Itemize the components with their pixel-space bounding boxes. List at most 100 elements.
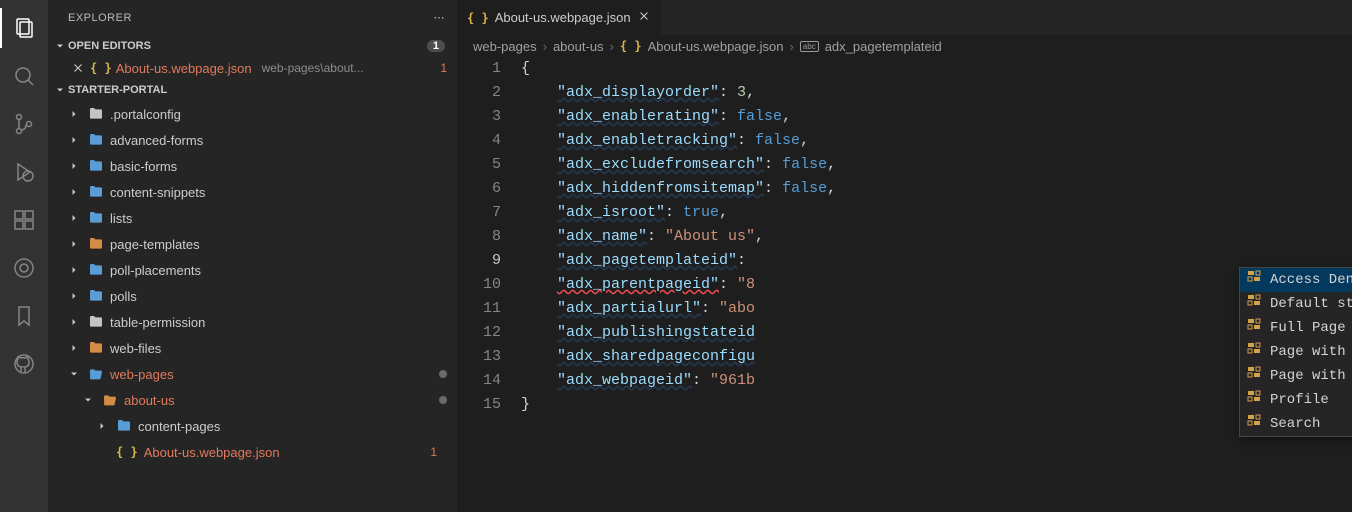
- problem-count: 1: [430, 445, 437, 459]
- chevron-right-icon: [94, 420, 110, 432]
- sidebar-more-icon[interactable]: ⋯: [434, 11, 446, 24]
- enum-member-icon: [1246, 388, 1262, 413]
- enum-member-icon: [1246, 364, 1262, 389]
- tree-item-label: poll-placements: [110, 263, 201, 278]
- tree-folder-item[interactable]: basic-forms: [48, 153, 457, 179]
- activity-power-icon[interactable]: [0, 248, 48, 288]
- suggestion-item[interactable]: Search: [1240, 412, 1352, 436]
- tree-folder-item[interactable]: web-pages: [48, 361, 457, 387]
- tree-item-label: content-snippets: [110, 185, 205, 200]
- folder-icon: [116, 418, 132, 434]
- editor-tab[interactable]: { } About-us.webpage.json: [457, 0, 661, 35]
- chevron-down-icon: [52, 40, 68, 52]
- tree-folder-item[interactable]: about-us: [48, 387, 457, 413]
- tree-folder-item[interactable]: advanced-forms: [48, 127, 457, 153]
- code-content[interactable]: {"adx_displayorder": 3,"adx_enablerating…: [521, 57, 1352, 512]
- tree-item-label: table-permission: [110, 315, 205, 330]
- chevron-right-icon: [66, 186, 82, 198]
- chevron-right-icon: [66, 290, 82, 302]
- tree-item-label: .portalconfig: [110, 107, 181, 122]
- json-file-icon: { }: [467, 11, 489, 25]
- chevron-right-icon: ›: [610, 39, 614, 54]
- editor-tabs: { } About-us.webpage.json: [457, 0, 1352, 35]
- tree-folder-item[interactable]: lists: [48, 205, 457, 231]
- json-file-icon: { }: [90, 61, 112, 75]
- activity-search-icon[interactable]: [0, 56, 48, 96]
- tree-item-label: About-us.webpage.json: [144, 445, 280, 460]
- tree-item-label: content-pages: [138, 419, 220, 434]
- breadcrumb-segment[interactable]: adx_pagetemplateid: [825, 39, 942, 54]
- open-editors-badge: 1: [427, 40, 445, 52]
- suggestion-item[interactable]: Full Page: [1240, 316, 1352, 340]
- folder-icon: [88, 340, 104, 356]
- modified-indicator-icon: [439, 396, 447, 404]
- suggestion-label: Profile: [1270, 388, 1329, 412]
- folder-icon: [88, 236, 104, 252]
- chevron-right-icon: ›: [543, 39, 547, 54]
- folder-icon: [88, 106, 104, 122]
- folder-icon: [88, 132, 104, 148]
- tree-item-label: web-files: [110, 341, 161, 356]
- open-editor-problem-count: 1: [440, 61, 447, 75]
- suggestion-label: Search: [1270, 412, 1320, 436]
- open-editor-path: web-pages\about...: [262, 61, 364, 75]
- enum-member-icon: [1246, 268, 1262, 293]
- folder-icon: [88, 210, 104, 226]
- chevron-down-icon: [52, 84, 68, 96]
- chevron-right-icon: [66, 160, 82, 172]
- tree-folder-item[interactable]: content-pages: [48, 413, 457, 439]
- chevron-right-icon: [66, 108, 82, 120]
- tree-item-label: page-templates: [110, 237, 200, 252]
- activity-extensions-icon[interactable]: [0, 200, 48, 240]
- suggestion-item[interactable]: Profile: [1240, 388, 1352, 412]
- suggestion-item[interactable]: Page with child links: [1240, 340, 1352, 364]
- suggestion-item[interactable]: Access Denied: [1240, 268, 1352, 292]
- enum-member-icon: [1246, 316, 1262, 341]
- enum-member-icon: [1246, 292, 1262, 317]
- tree-folder-item[interactable]: page-templates: [48, 231, 457, 257]
- chevron-right-icon: [66, 134, 82, 146]
- tree-folder-item[interactable]: web-files: [48, 335, 457, 361]
- breadcrumb-segment[interactable]: About-us.webpage.json: [648, 39, 784, 54]
- folder-icon: [88, 314, 104, 330]
- activity-github-icon[interactable]: [0, 344, 48, 384]
- activity-explorer-icon[interactable]: [0, 8, 48, 48]
- tree-item-label: advanced-forms: [110, 133, 203, 148]
- suggestion-label: Page with title: [1270, 364, 1352, 388]
- enum-member-icon: [1246, 412, 1262, 437]
- activity-debug-icon[interactable]: [0, 152, 48, 192]
- open-editors-header[interactable]: OPEN EDITORS 1: [48, 35, 457, 57]
- chevron-right-icon: [66, 212, 82, 224]
- tree-folder-item[interactable]: poll-placements: [48, 257, 457, 283]
- tree-folder-item[interactable]: .portalconfig: [48, 101, 457, 127]
- open-editor-filename: About-us.webpage.json: [116, 61, 252, 76]
- enum-member-icon: [1246, 340, 1262, 365]
- tree-item-label: polls: [110, 289, 137, 304]
- starter-portal-header[interactable]: STARTER-PORTAL: [48, 79, 457, 101]
- folder-icon: [88, 184, 104, 200]
- tree-folder-item[interactable]: table-permission: [48, 309, 457, 335]
- close-icon[interactable]: [637, 9, 651, 26]
- close-icon[interactable]: [70, 60, 86, 76]
- suggestion-label: Default studio template: [1270, 292, 1352, 316]
- tree-folder-item[interactable]: polls: [48, 283, 457, 309]
- chevron-down-icon: [80, 394, 96, 406]
- suggestion-label: Access Denied: [1270, 268, 1352, 292]
- open-editor-item[interactable]: { } About-us.webpage.json web-pages\abou…: [48, 57, 457, 79]
- code-editor[interactable]: 123456789101112131415 {"adx_displayorder…: [457, 57, 1352, 512]
- activity-bookmark-icon[interactable]: [0, 296, 48, 336]
- suggestion-item[interactable]: Default studio template: [1240, 292, 1352, 316]
- folder-icon: [102, 392, 118, 408]
- intellisense-popup[interactable]: Access DeniedDefault studio templateFull…: [1239, 267, 1352, 437]
- suggestion-item[interactable]: Page with title: [1240, 364, 1352, 388]
- tree-folder-item[interactable]: content-snippets: [48, 179, 457, 205]
- breadcrumb-segment[interactable]: about-us: [553, 39, 604, 54]
- activity-bar: [0, 0, 48, 512]
- activity-source-control-icon[interactable]: [0, 104, 48, 144]
- breadcrumbs[interactable]: web-pages › about-us › { } About-us.webp…: [457, 35, 1352, 57]
- breadcrumb-segment[interactable]: web-pages: [473, 39, 537, 54]
- tree-item-label: basic-forms: [110, 159, 177, 174]
- json-file-icon: { }: [116, 445, 138, 459]
- tree-file-item[interactable]: { } About-us.webpage.json 1: [48, 439, 457, 465]
- suggestion-label: Full Page: [1270, 316, 1346, 340]
